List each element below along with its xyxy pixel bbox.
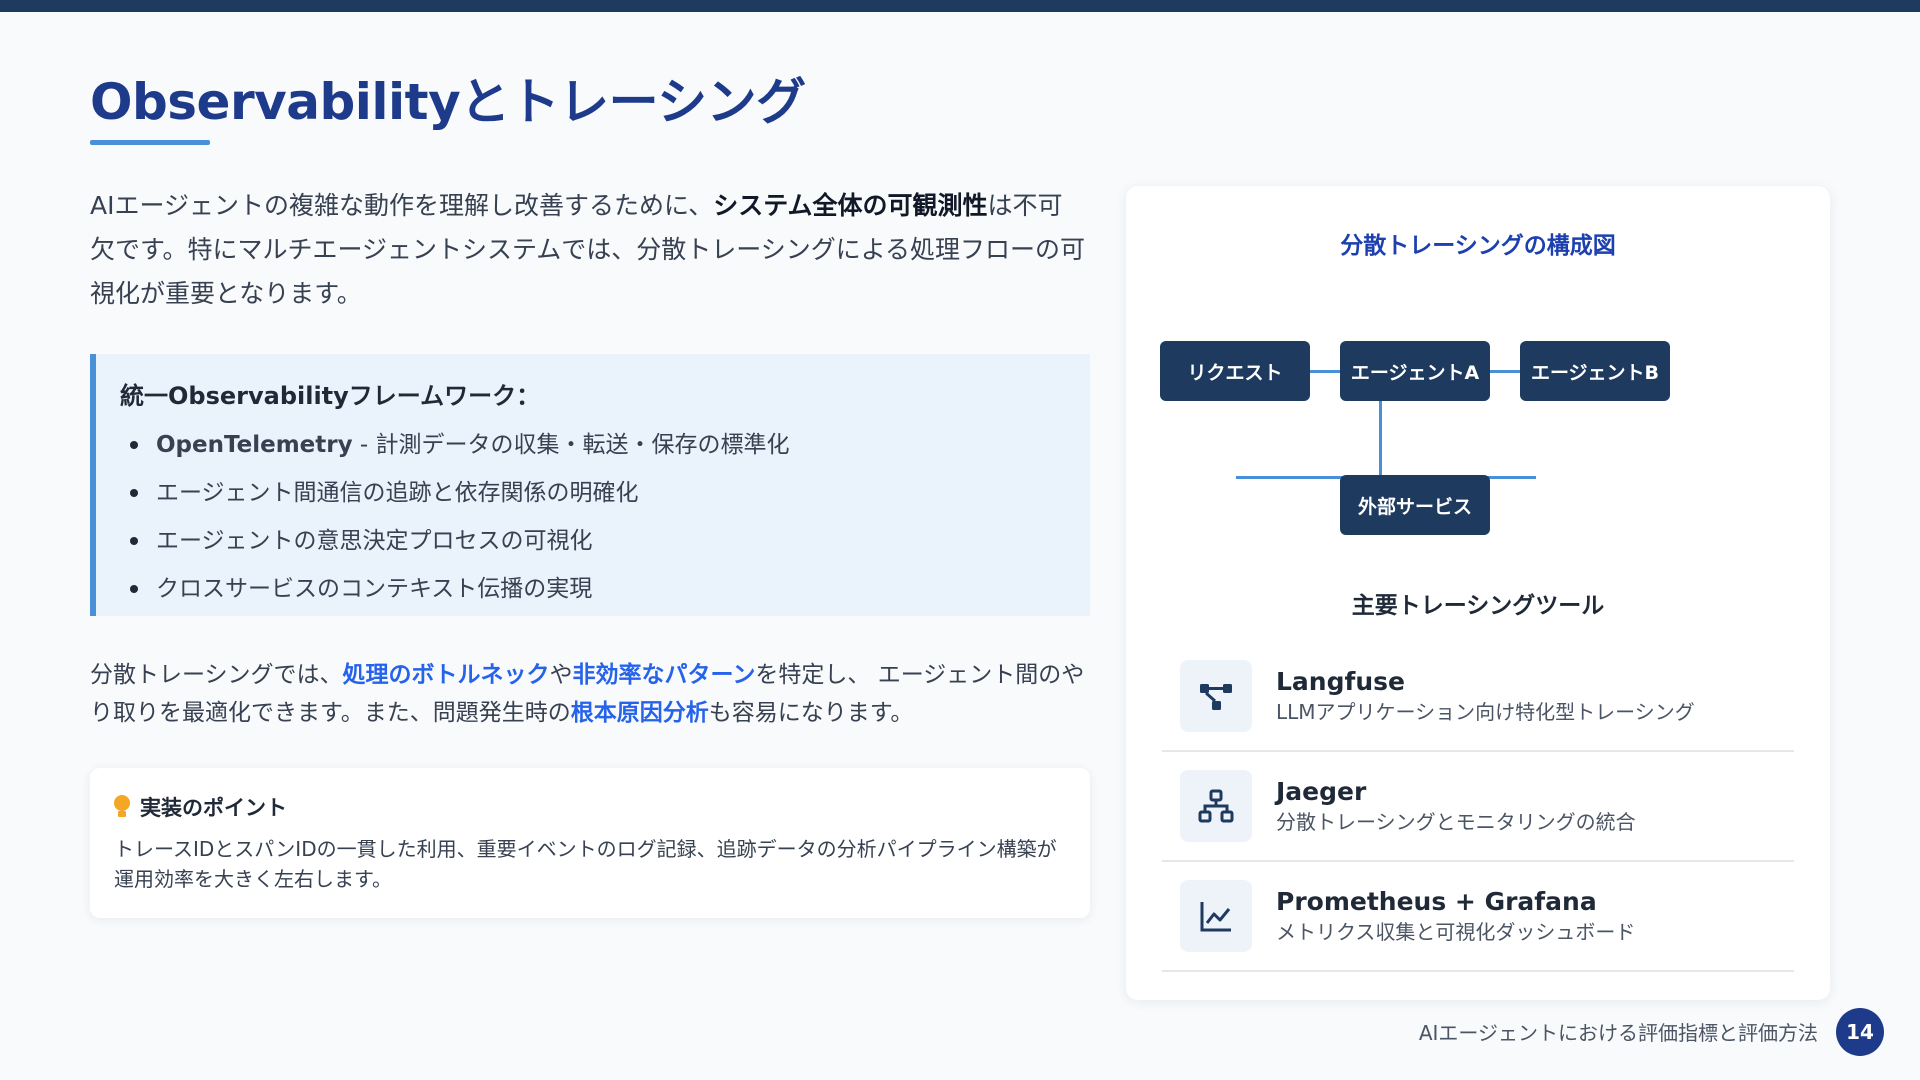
tip-header: 実装のポイント (114, 792, 1066, 822)
framework-item: エージェントの意思決定プロセスの可視化 (120, 517, 1066, 565)
tool-desc: LLMアプリケーション向け特化型トレーシング (1276, 700, 1695, 724)
framework-item: クロスサービスのコンテキスト伝播の実現 (120, 565, 1066, 613)
connector-line (1490, 370, 1520, 373)
line-chart-icon (1180, 880, 1252, 952)
tip-card: 実装のポイント トレースIDとスパンIDの一貫した利用、重要イベントのログ記録、… (90, 768, 1090, 918)
highlight-bottleneck: 処理のボトルネック (342, 662, 550, 688)
top-accent-bar (0, 0, 1920, 12)
network-icon (1180, 770, 1252, 842)
tip-heading: 実装のポイント (140, 796, 287, 820)
connector-line (1310, 370, 1340, 373)
tracing-text-2: や (549, 662, 573, 688)
framework-heading: 統一Observabilityフレームワーク： (120, 382, 541, 410)
tip-text: トレースIDとスパンIDの一貫した利用、重要イベントのログ記録、追跡データの分析… (114, 837, 1057, 891)
diagram-title: 分散トレーシングの構成図 (1340, 233, 1616, 259)
title-underline (90, 140, 210, 145)
tracing-text-1: 分散トレーシングでは、 (90, 662, 343, 688)
tool-name: Prometheus + Grafana (1276, 887, 1597, 916)
tracing-paragraph: 分散トレーシングでは、処理のボトルネックや非効率なパターンを特定し、 エージェン… (90, 656, 1086, 732)
page-number: 14 (1836, 1008, 1884, 1056)
tools-list: Langfuse LLMアプリケーション向け特化型トレーシング Jaeger 分… (1162, 642, 1794, 972)
framework-item-text: クロスサービスのコンテキスト伝播の実現 (156, 576, 593, 602)
lightbulb-icon (114, 795, 130, 819)
node-agent-a: エージェントA (1340, 341, 1490, 401)
tool-desc: メトリクス収集と可視化ダッシュボード (1276, 920, 1636, 944)
title-block: Observabilityとトレーシング (90, 70, 806, 145)
slide-title: Observabilityとトレーシング (90, 73, 806, 131)
intro-emphasis: システム全体の可観測性 (713, 191, 988, 220)
framework-item-text: - 計測データの収集・転送・保存の標準化 (352, 432, 790, 458)
tracing-diagram: リクエスト エージェントA エージェントB 外部サービス (1160, 341, 1800, 551)
tool-name: Langfuse (1276, 667, 1406, 696)
tools-title: 主要トレーシングツール (1351, 593, 1605, 619)
framework-box: 統一Observabilityフレームワーク： OpenTelemetry - … (90, 354, 1090, 616)
node-agent-b: エージェントB (1520, 341, 1670, 401)
node-request: リクエスト (1160, 341, 1310, 401)
branch-icon (1180, 660, 1252, 732)
framework-item: OpenTelemetry - 計測データの収集・転送・保存の標準化 (120, 421, 1066, 469)
framework-item-text: エージェント間通信の追跡と依存関係の明確化 (156, 480, 639, 506)
framework-item-text: エージェントの意思決定プロセスの可視化 (156, 528, 593, 554)
highlight-root-cause: 根本原因分析 (570, 700, 709, 726)
connector-line (1379, 401, 1382, 478)
framework-item-bold: OpenTelemetry (156, 432, 353, 458)
framework-list: OpenTelemetry - 計測データの収集・転送・保存の標準化 エージェン… (120, 421, 1066, 613)
tool-desc: 分散トレーシングとモニタリングの統合 (1276, 810, 1636, 834)
framework-item: エージェント間通信の追跡と依存関係の明確化 (120, 469, 1066, 517)
intro-text-1: AIエージェントの複雑な動作を理解し改善するために、 (90, 191, 714, 220)
tool-item-prometheus-grafana: Prometheus + Grafana メトリクス収集と可視化ダッシュボード (1162, 862, 1794, 972)
tracing-text-4: も容易になります。 (708, 700, 914, 726)
tool-name: Jaeger (1276, 777, 1367, 806)
tool-item-jaeger: Jaeger 分散トレーシングとモニタリングの統合 (1162, 752, 1794, 862)
tracing-panel: 分散トレーシングの構成図 リクエスト エージェントA エージェントB 外部サービ… (1126, 186, 1830, 1000)
highlight-inefficient-pattern: 非効率なパターン (572, 662, 756, 688)
footer-title: AIエージェントにおける評価指標と評価方法 (1418, 1021, 1818, 1045)
node-external-service: 外部サービス (1340, 475, 1490, 535)
intro-paragraph: AIエージェントの複雑な動作を理解し改善するために、システム全体の可観測性は不可… (90, 184, 1086, 316)
tool-item-langfuse: Langfuse LLMアプリケーション向け特化型トレーシング (1162, 642, 1794, 752)
